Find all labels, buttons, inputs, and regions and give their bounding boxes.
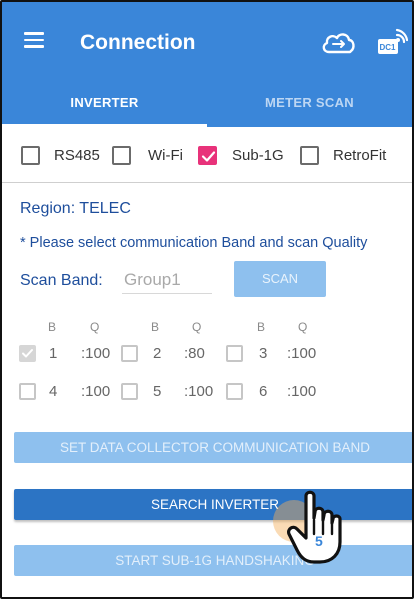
menu-icon[interactable] [24, 32, 44, 48]
svg-text:DC1: DC1 [380, 43, 397, 52]
rs485-checkbox[interactable] [21, 146, 40, 165]
band-6-checkbox[interactable] [226, 383, 243, 400]
band-5-checkbox[interactable] [121, 383, 138, 400]
scan-band-input[interactable]: Group1 [122, 268, 212, 294]
band-number: 5 [153, 383, 162, 400]
band-quality: :80 [184, 345, 205, 362]
check-icon [201, 151, 216, 162]
band-number: 1 [49, 345, 58, 362]
tab-meter-scan[interactable]: METER SCAN [207, 87, 412, 127]
band-quality: :100 [81, 383, 111, 400]
hand-pointer-icon [284, 488, 354, 573]
sub1g-checkbox[interactable] [198, 146, 217, 165]
band-4-checkbox[interactable] [19, 383, 36, 400]
wifi-checkbox[interactable] [112, 146, 131, 165]
band-number: 2 [153, 345, 162, 362]
rs485-label: RS485 [54, 147, 100, 164]
set-data-collector-band-button[interactable]: SET DATA COLLECTOR COMMUNICATION BAND [14, 432, 412, 463]
page-title: Connection [80, 31, 196, 54]
band-number: 3 [259, 345, 268, 362]
band-header: B [257, 320, 266, 334]
start-sub1g-handshaking-button[interactable]: START SUB-1G HANDSHAKING [14, 545, 412, 576]
retrofit-checkbox[interactable] [300, 146, 319, 165]
band-number: 4 [49, 383, 58, 400]
app-screen: Connection DC1 INVERTER METER SCAN RS485… [0, 0, 414, 599]
band-3-checkbox[interactable] [226, 345, 243, 362]
band-1-checkbox[interactable] [19, 345, 36, 362]
data-collector-wifi-icon[interactable]: DC1 [376, 26, 409, 63]
tab-inverter[interactable]: INVERTER [2, 87, 207, 127]
app-bar: Connection DC1 [2, 2, 412, 87]
wifi-label: Wi-Fi [148, 147, 183, 164]
band-quality: :100 [287, 383, 317, 400]
step-number: 5 [315, 533, 323, 549]
band-notice: * Please select communication Band and s… [20, 235, 368, 251]
band-2-checkbox[interactable] [121, 345, 138, 362]
band-header: B [48, 320, 57, 334]
cloud-sync-icon[interactable] [320, 30, 356, 61]
band-header: B [151, 320, 160, 334]
quality-header: Q [298, 320, 308, 334]
quality-header: Q [90, 320, 100, 334]
check-icon [22, 349, 33, 358]
scan-band-label: Scan Band: [20, 272, 103, 289]
band-quality: :100 [287, 345, 317, 362]
scan-button[interactable]: SCAN [234, 261, 326, 297]
retrofit-label: RetroFit [333, 147, 387, 164]
sub1g-label: Sub-1G [232, 147, 284, 164]
band-number: 6 [259, 383, 268, 400]
band-quality: :100 [184, 383, 214, 400]
search-inverter-button[interactable]: SEARCH INVERTER [14, 489, 412, 520]
band-quality: :100 [81, 345, 111, 362]
region-text: Region: TELEC [20, 200, 131, 217]
quality-header: Q [192, 320, 202, 334]
tab-bar: INVERTER METER SCAN [2, 87, 412, 127]
communication-mode-row: RS485 Wi-Fi Sub-1G RetroFit [2, 127, 412, 183]
